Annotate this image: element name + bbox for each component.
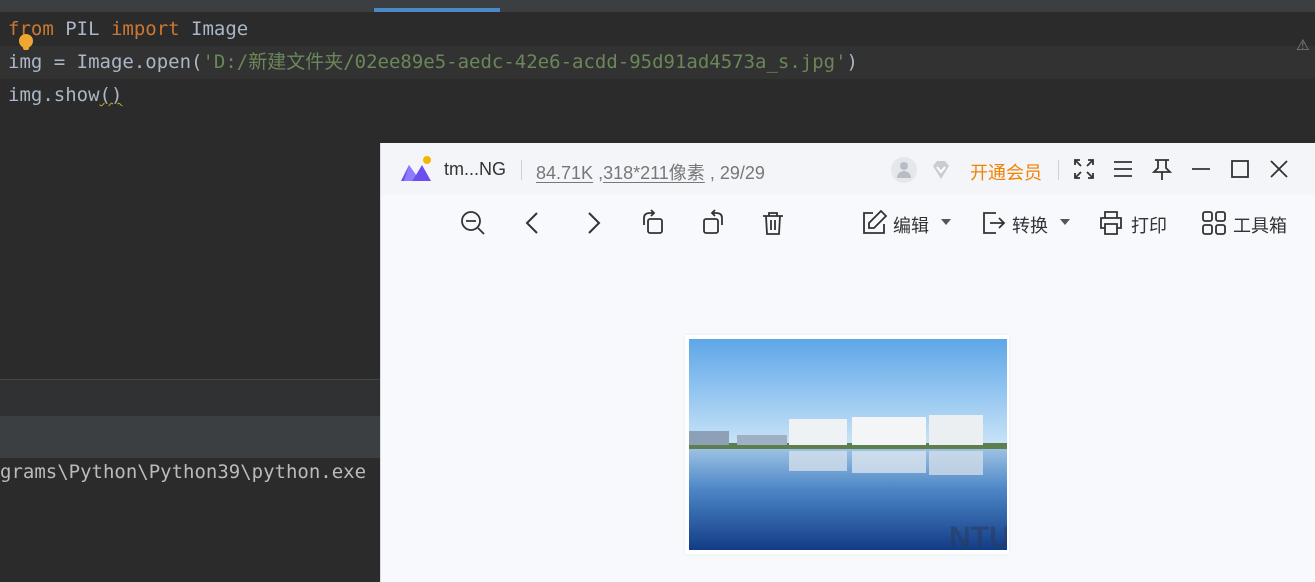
convert-label[interactable]: 转换 bbox=[1012, 212, 1048, 238]
next-image-icon[interactable] bbox=[578, 208, 608, 238]
page-counter: 29/29 bbox=[719, 163, 765, 183]
displayed-photo: NTU bbox=[689, 339, 1007, 550]
divider bbox=[521, 160, 522, 180]
warning-icon[interactable]: ⚠ bbox=[1296, 36, 1309, 54]
delete-icon[interactable] bbox=[758, 208, 788, 238]
code-line[interactable]: img = Image.open('D:/新建文件夹/02ee89e5-aedc… bbox=[8, 46, 858, 79]
edit-label[interactable]: 编辑 bbox=[893, 212, 929, 238]
edit-icon[interactable] bbox=[859, 208, 889, 238]
code-token: import bbox=[110, 18, 180, 40]
divider bbox=[1058, 160, 1059, 180]
editor-tab-bar bbox=[0, 0, 1315, 12]
chevron-down-icon[interactable] bbox=[941, 219, 951, 225]
app-logo-icon bbox=[401, 156, 431, 181]
toolbox-label[interactable]: 工具箱 bbox=[1233, 212, 1287, 238]
open-membership-link[interactable]: 开通会员 bbox=[970, 159, 1042, 185]
zoom-out-icon[interactable] bbox=[458, 208, 488, 238]
image-canvas[interactable]: NTU bbox=[381, 251, 1315, 582]
file-info: 84.71K ,318*211像素 , 29/29 bbox=[536, 163, 765, 183]
image-dimensions[interactable]: 318*211像素 bbox=[603, 163, 705, 183]
photo-watermark: NTU bbox=[949, 521, 1007, 550]
file-size[interactable]: 84.71K bbox=[536, 163, 593, 183]
viewer-title-bar: tm...NG 84.71K ,318*211像素 , 29/29 开通会员 bbox=[381, 143, 1315, 195]
code-token: () bbox=[99, 84, 123, 106]
menu-icon[interactable] bbox=[1109, 155, 1137, 183]
code-token: PIL bbox=[53, 18, 111, 40]
print-label[interactable]: 打印 bbox=[1131, 212, 1167, 238]
code-token: img = Image.open( bbox=[8, 51, 203, 73]
code-token: Image bbox=[179, 18, 249, 40]
code-token: img.show bbox=[8, 84, 100, 106]
convert-icon[interactable] bbox=[978, 208, 1008, 238]
maximize-icon[interactable] bbox=[1226, 155, 1254, 183]
minimize-icon[interactable] bbox=[1187, 155, 1215, 183]
close-icon[interactable] bbox=[1265, 155, 1293, 183]
run-tab-bar bbox=[0, 416, 380, 458]
rotate-right-icon[interactable] bbox=[698, 208, 728, 238]
chevron-down-icon[interactable] bbox=[1060, 219, 1070, 225]
file-name: tm...NG bbox=[444, 159, 506, 179]
previous-image-icon[interactable] bbox=[518, 208, 548, 238]
fullscreen-icon[interactable] bbox=[1070, 155, 1098, 183]
pin-icon[interactable] bbox=[1148, 155, 1176, 183]
code-token: 'D:/新建文件夹/02ee89e5-aedc-42e6-acdd-95d91a… bbox=[202, 51, 847, 73]
run-panel-header bbox=[0, 380, 380, 416]
code-line[interactable]: from PIL import Image bbox=[8, 13, 248, 46]
vip-diamond-icon[interactable] bbox=[929, 158, 953, 182]
rotate-left-icon[interactable] bbox=[638, 208, 668, 238]
run-console: grams\Python\Python39\python.exe bbox=[0, 458, 380, 582]
viewer-toolbar: 编辑 转换 打印 工具箱 bbox=[381, 195, 1315, 251]
lightbulb-icon[interactable] bbox=[19, 34, 33, 50]
avatar[interactable] bbox=[891, 157, 917, 183]
print-icon[interactable] bbox=[1096, 208, 1126, 238]
toolbox-icon[interactable] bbox=[1199, 208, 1229, 238]
console-output: grams\Python\Python39\python.exe bbox=[0, 461, 367, 483]
code-token: ) bbox=[846, 51, 858, 73]
code-line[interactable]: img.show() bbox=[8, 79, 122, 112]
image-viewer-window: tm...NG 84.71K ,318*211像素 , 29/29 开通会员 编… bbox=[380, 143, 1315, 582]
